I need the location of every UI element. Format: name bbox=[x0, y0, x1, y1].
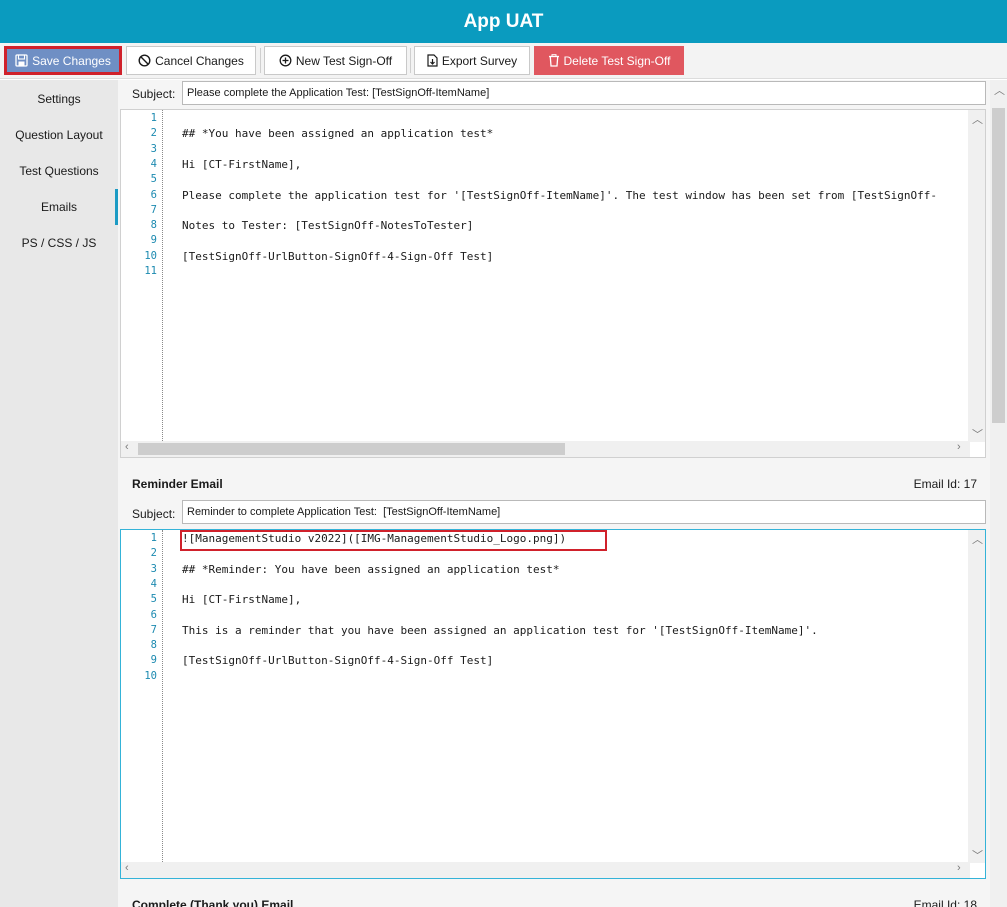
delete-test-sign-off-label: Delete Test Sign-Off bbox=[563, 53, 671, 68]
horizontal-scrollbar[interactable]: ‹ › bbox=[121, 862, 970, 878]
add-circle-icon bbox=[279, 54, 292, 67]
sidebar-item-test-questions[interactable]: Test Questions bbox=[0, 153, 118, 189]
highlighted-image-markdown bbox=[180, 530, 607, 551]
line-number: 9 bbox=[150, 234, 157, 247]
sidebar-item-ps-css-js[interactable]: PS / CSS / JS bbox=[0, 225, 118, 261]
code-line: ## *You have been assigned an applicatio… bbox=[182, 127, 494, 141]
reminder-email-id: Email Id: 17 bbox=[913, 477, 977, 491]
line-number: 1 bbox=[150, 112, 157, 124]
line-number: 8 bbox=[150, 639, 157, 652]
scroll-down-icon[interactable]: ﹀ bbox=[972, 426, 983, 442]
new-test-sign-off-button[interactable]: New Test Sign-Off bbox=[264, 46, 407, 75]
code-line: ## *Reminder: You have been assigned an … bbox=[182, 562, 560, 576]
sidebar-item-label: PS / CSS / JS bbox=[21, 236, 97, 250]
toolbar-divider bbox=[410, 48, 411, 73]
sidebar-item-emails[interactable]: Emails bbox=[0, 189, 118, 225]
line-number: 7 bbox=[150, 203, 157, 216]
sidebar: Settings Question Layout Test Questions … bbox=[0, 80, 118, 907]
scroll-left-icon[interactable]: ‹ bbox=[125, 862, 129, 874]
code-line: Hi [CT-FirstName], bbox=[182, 593, 302, 607]
sidebar-item-label: Settings bbox=[37, 92, 81, 106]
save-changes-label: Save Changes bbox=[32, 53, 111, 68]
reminder-email-title: Reminder Email bbox=[132, 477, 223, 491]
sidebar-item-label: Test Questions bbox=[19, 164, 99, 178]
subject-label: Subject: bbox=[132, 507, 176, 521]
assigned-subject-input[interactable] bbox=[182, 81, 986, 105]
code-line: [TestSignOff-UrlButton-SignOff-4-Sign-Of… bbox=[182, 654, 494, 668]
cancel-icon bbox=[138, 54, 151, 67]
export-file-icon bbox=[427, 54, 438, 67]
code-line: Notes to Tester: [TestSignOff-NotesToTes… bbox=[182, 219, 474, 233]
line-number: 6 bbox=[150, 188, 157, 201]
new-test-sign-off-label: New Test Sign-Off bbox=[295, 53, 393, 68]
scroll-right-icon[interactable]: › bbox=[957, 441, 961, 453]
scroll-right-icon[interactable]: › bbox=[957, 862, 961, 874]
line-number: 9 bbox=[150, 654, 157, 667]
trash-icon bbox=[548, 54, 559, 67]
line-number: 8 bbox=[150, 219, 157, 232]
reminder-subject-input[interactable] bbox=[182, 500, 986, 524]
line-number: 5 bbox=[150, 173, 157, 186]
scroll-up-icon[interactable]: ︿ bbox=[972, 531, 983, 547]
scrollbar-thumb[interactable] bbox=[992, 108, 1005, 423]
line-number: 3 bbox=[150, 562, 157, 575]
cancel-changes-label: Cancel Changes bbox=[155, 53, 244, 68]
code-line: Please complete the application test for… bbox=[182, 188, 937, 202]
cancel-changes-button[interactable]: Cancel Changes bbox=[126, 46, 256, 75]
line-number: 2 bbox=[150, 547, 157, 560]
scroll-down-icon[interactable]: ﹀ bbox=[972, 847, 983, 863]
line-number: 11 bbox=[144, 265, 157, 277]
toolbar: Save Changes Cancel Changes New Test Sig… bbox=[0, 43, 1007, 79]
line-number: 4 bbox=[150, 577, 157, 590]
vertical-scrollbar[interactable]: ︿ ﹀ bbox=[968, 530, 985, 863]
page-vertical-scrollbar[interactable]: ︿ bbox=[990, 80, 1007, 907]
line-number: 2 bbox=[150, 127, 157, 140]
save-icon bbox=[15, 54, 28, 67]
sidebar-item-settings[interactable]: Settings bbox=[0, 81, 118, 117]
code-line: This is a reminder that you have been as… bbox=[182, 623, 818, 637]
line-number-gutter: 1 2 3 4 5 6 7 8 9 10 bbox=[121, 530, 163, 878]
line-number: 5 bbox=[150, 593, 157, 606]
export-survey-label: Export Survey bbox=[441, 53, 518, 68]
line-number: 7 bbox=[150, 623, 157, 636]
code-line: Hi [CT-FirstName], bbox=[182, 157, 302, 171]
line-number: 1 bbox=[150, 532, 157, 544]
reminder-email-editor[interactable]: 1 2 3 4 5 6 7 8 9 10 ![ManagementStudio v2022]([I… bbox=[120, 529, 986, 879]
assigned-email-editor[interactable]: 1 2 3 4 5 6 7 8 9 10 11 ## *You have been assigned… bbox=[120, 109, 986, 458]
app-title-bar: App UAT bbox=[0, 0, 1007, 43]
scroll-up-icon[interactable]: ︿ bbox=[972, 111, 983, 127]
sidebar-item-question-layout[interactable]: Question Layout bbox=[0, 117, 118, 153]
sidebar-item-label: Emails bbox=[40, 200, 77, 214]
app-title: App UAT bbox=[463, 10, 544, 32]
scroll-up-icon[interactable]: ︿ bbox=[994, 82, 1005, 98]
line-number: 10 bbox=[144, 669, 157, 682]
save-changes-button[interactable]: Save Changes bbox=[4, 46, 122, 75]
scrollbar-thumb[interactable] bbox=[138, 443, 565, 455]
line-number-gutter: 1 2 3 4 5 6 7 8 9 10 11 bbox=[121, 110, 163, 457]
code-line: [TestSignOff-UrlButton-SignOff-4-Sign-Of… bbox=[182, 249, 494, 263]
line-number: 3 bbox=[150, 142, 157, 155]
scroll-left-icon[interactable]: ‹ bbox=[125, 441, 129, 453]
vertical-scrollbar[interactable]: ︿ ﹀ bbox=[968, 110, 985, 442]
line-number: 6 bbox=[150, 608, 157, 621]
sidebar-item-label: Question Layout bbox=[15, 128, 103, 142]
emails-panel: Subject: 1 2 3 4 5 6 7 8 9 10 11 ## *You have been… bbox=[118, 80, 990, 907]
horizontal-scrollbar[interactable]: ‹ › bbox=[121, 441, 970, 457]
subject-label: Subject: bbox=[132, 87, 176, 101]
line-number: 10 bbox=[144, 249, 157, 262]
export-survey-button[interactable]: Export Survey bbox=[414, 46, 530, 75]
complete-email-id: Email Id: 18 bbox=[913, 898, 977, 907]
toolbar-divider bbox=[260, 48, 261, 73]
delete-test-sign-off-button[interactable]: Delete Test Sign-Off bbox=[534, 46, 684, 75]
complete-email-title: Complete (Thank you) Email bbox=[132, 898, 294, 907]
line-number: 4 bbox=[150, 157, 157, 170]
